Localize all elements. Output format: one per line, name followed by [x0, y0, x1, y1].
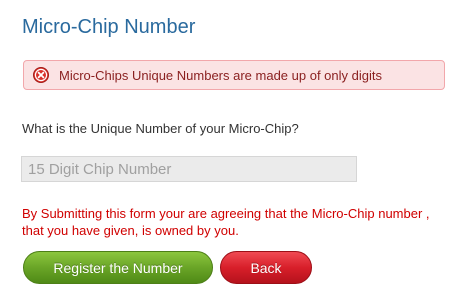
register-number-button[interactable]: Register the Number	[23, 251, 213, 284]
chip-number-question-label: What is the Unique Number of your Micro-…	[22, 121, 299, 136]
page-title: Micro-Chip Number	[22, 16, 196, 38]
ownership-disclaimer: By Submitting this form your are agreein…	[22, 206, 430, 238]
error-message-box: Micro-Chips Unique Numbers are made up o…	[23, 60, 445, 90]
back-button[interactable]: Back	[220, 251, 312, 284]
chip-number-input[interactable]	[21, 156, 357, 182]
error-message-text: Micro-Chips Unique Numbers are made up o…	[59, 67, 382, 83]
error-circle-x-icon	[33, 67, 49, 83]
